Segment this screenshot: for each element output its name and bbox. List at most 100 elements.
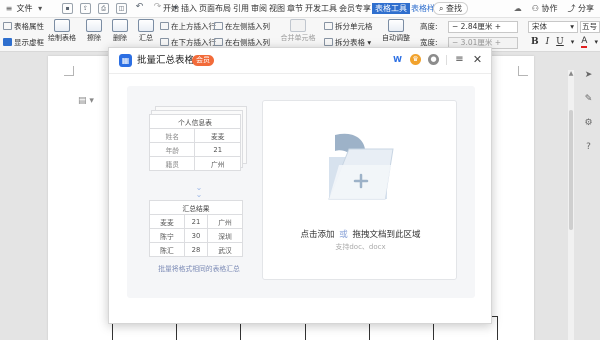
- gridlines-icon: [3, 38, 12, 46]
- autofit-icon: [388, 19, 404, 32]
- result-table-title: 汇总结果: [149, 200, 243, 215]
- table-cell: 麦麦: [194, 128, 241, 143]
- table-cell: 21: [194, 142, 241, 157]
- summary-icon: [138, 19, 154, 32]
- show-gridlines-toggle[interactable]: 显示虚框: [3, 38, 44, 48]
- source-table-illustration: 个人信息表 姓名 麦麦 年龄 21 籍贯 广州: [148, 114, 241, 171]
- chevron-down-icon: ▾: [38, 4, 43, 13]
- membership-icon[interactable]: ♛: [410, 54, 421, 65]
- font-color-button[interactable]: A: [581, 36, 588, 48]
- summary-label: 汇总: [139, 34, 153, 42]
- file-menu[interactable]: ≡ 文件 ▾: [4, 3, 45, 14]
- draw-table-button[interactable]: 绘制表格: [48, 19, 76, 43]
- height-value: 2.84厘米: [460, 22, 493, 31]
- vertical-scrollbar[interactable]: ▲: [568, 70, 574, 340]
- search-icon: ⌕: [439, 4, 444, 13]
- merge-cells-label: 合并单元格: [280, 34, 316, 42]
- menu-icon[interactable]: ≡: [454, 54, 465, 65]
- scrollbar-thumb[interactable]: [569, 110, 573, 230]
- underline-dropdown-icon[interactable]: ▾: [571, 37, 575, 48]
- file-drop-zone[interactable]: 点击添加 或 拖拽文档到此区域 支持doc、docx: [262, 100, 457, 280]
- font-name-select[interactable]: 宋体 ▾: [528, 21, 578, 33]
- split-cells-label: 拆分单元格: [335, 22, 373, 31]
- save-icon[interactable]: ▪: [62, 3, 73, 14]
- cloud-icon[interactable]: ☁: [514, 3, 522, 14]
- help-icon[interactable]: ?: [583, 142, 594, 153]
- pencil-icon[interactable]: ✎: [583, 94, 594, 105]
- settings-icon[interactable]: ⚙: [583, 118, 594, 129]
- insert-col-left-button[interactable]: 在左侧插入列: [214, 22, 270, 32]
- export-icon[interactable]: ⇪: [80, 3, 91, 14]
- italic-button[interactable]: I: [546, 37, 550, 48]
- drag-instruction: 拖拽文档到此区域: [352, 230, 421, 240]
- table-cell: 21: [183, 214, 209, 229]
- title-bar: ≡ 文件 ▾ ▪ ⇪ ⎙ ◫ ↶ ↷ ▾ 开始 插入 页面布局 引用 审阅 视图…: [0, 0, 600, 18]
- merge-cells-icon: [290, 19, 306, 32]
- summary-button[interactable]: 汇总: [132, 19, 160, 43]
- dialog-header: ▦ 批量汇总表格 会员 W ♛ ● ≡ ✕: [109, 48, 491, 74]
- show-gridlines-label: 显示虚框: [14, 38, 44, 47]
- insert-row-below-icon: [160, 38, 169, 46]
- underline-button[interactable]: U: [556, 37, 564, 48]
- table-properties-label: 表格属性: [14, 22, 44, 31]
- illustration-caption: 批量将格式相同的表格汇总: [158, 265, 240, 273]
- tab-developer[interactable]: 开发工具: [304, 3, 338, 14]
- share-button[interactable]: ⤴ 分享: [567, 3, 594, 14]
- or-label: 或: [339, 230, 348, 240]
- autofit-button[interactable]: 自动调整: [380, 19, 412, 43]
- tab-page-layout[interactable]: 页面布局: [198, 3, 232, 14]
- search-label: 查找: [446, 4, 463, 13]
- scroll-up-icon[interactable]: ▲: [568, 70, 574, 77]
- insert-row-above-label: 在上方插入行: [171, 22, 216, 31]
- divider: [446, 54, 447, 65]
- tab-review[interactable]: 审阅: [250, 3, 268, 14]
- insert-row-above-button[interactable]: 在上方插入行: [160, 22, 216, 32]
- tab-insert[interactable]: 插入: [180, 3, 198, 14]
- wps-logo-icon[interactable]: W: [392, 54, 403, 65]
- paragraph-marker-icon[interactable]: ▤ ▾: [78, 96, 94, 106]
- tab-chapter[interactable]: 章节: [286, 3, 304, 14]
- split-cells-button[interactable]: 拆分单元格: [324, 22, 373, 32]
- height-field[interactable]: − 2.84厘米 +: [448, 21, 518, 33]
- font-color-label: A: [581, 36, 588, 46]
- delete-button[interactable]: 删除: [106, 19, 134, 43]
- avatar[interactable]: ●: [428, 54, 439, 65]
- table-summary-logo-icon: ▦: [119, 54, 132, 67]
- table-cell: 陈宁: [149, 228, 185, 243]
- width-value: 3.01厘米: [460, 38, 493, 47]
- table-cell: 30: [183, 228, 209, 243]
- tab-view[interactable]: 视图: [268, 3, 286, 14]
- tab-references[interactable]: 引用: [232, 3, 250, 14]
- insert-col-right-label: 在右侧插入列: [225, 38, 270, 47]
- cursor-icon[interactable]: ➤: [583, 70, 594, 81]
- collaborate-button[interactable]: ⚇ 协作: [532, 3, 558, 14]
- file-menu-label: 文件: [16, 4, 33, 13]
- split-table-icon: [324, 38, 333, 46]
- print-icon[interactable]: ⎙: [98, 3, 109, 14]
- member-badge: 会员: [192, 55, 214, 66]
- tab-home[interactable]: 开始: [162, 3, 180, 14]
- search-box[interactable]: ⌕ 查找: [433, 2, 469, 15]
- table-properties-button[interactable]: 表格属性: [3, 22, 44, 32]
- hamburger-icon: ≡: [5, 4, 13, 13]
- eraser-icon: [86, 19, 102, 32]
- table-cell: 广州: [207, 214, 243, 229]
- merge-cells-button[interactable]: 合并单元格: [280, 19, 316, 43]
- tab-member[interactable]: 会员专享: [338, 3, 372, 14]
- autofit-label: 自动调整: [382, 34, 410, 42]
- chevron-down-icon: ⌄ ⌄: [195, 183, 203, 199]
- title-bar-right: ☁ ⚇ 协作 ⤴ 分享: [514, 3, 594, 14]
- font-size-select[interactable]: 五号: [580, 21, 600, 33]
- font-color-dropdown-icon[interactable]: ▾: [594, 37, 598, 48]
- dialog-controls: W ♛ ● ≡ ✕: [392, 54, 483, 65]
- collaborate-label: 协作: [541, 4, 558, 13]
- side-toolbar: ➤ ✎ ⚙ ?: [583, 70, 594, 153]
- font-size-value: 五号: [582, 22, 597, 31]
- click-add-link[interactable]: 点击添加: [301, 230, 335, 240]
- preview-icon[interactable]: ◫: [116, 3, 127, 14]
- bold-button[interactable]: B: [531, 37, 539, 48]
- tab-table-tools[interactable]: 表格工具: [372, 3, 410, 14]
- undo-icon[interactable]: ↶: [134, 3, 145, 14]
- erase-button[interactable]: 擦除: [80, 19, 108, 43]
- close-icon[interactable]: ✕: [472, 54, 483, 65]
